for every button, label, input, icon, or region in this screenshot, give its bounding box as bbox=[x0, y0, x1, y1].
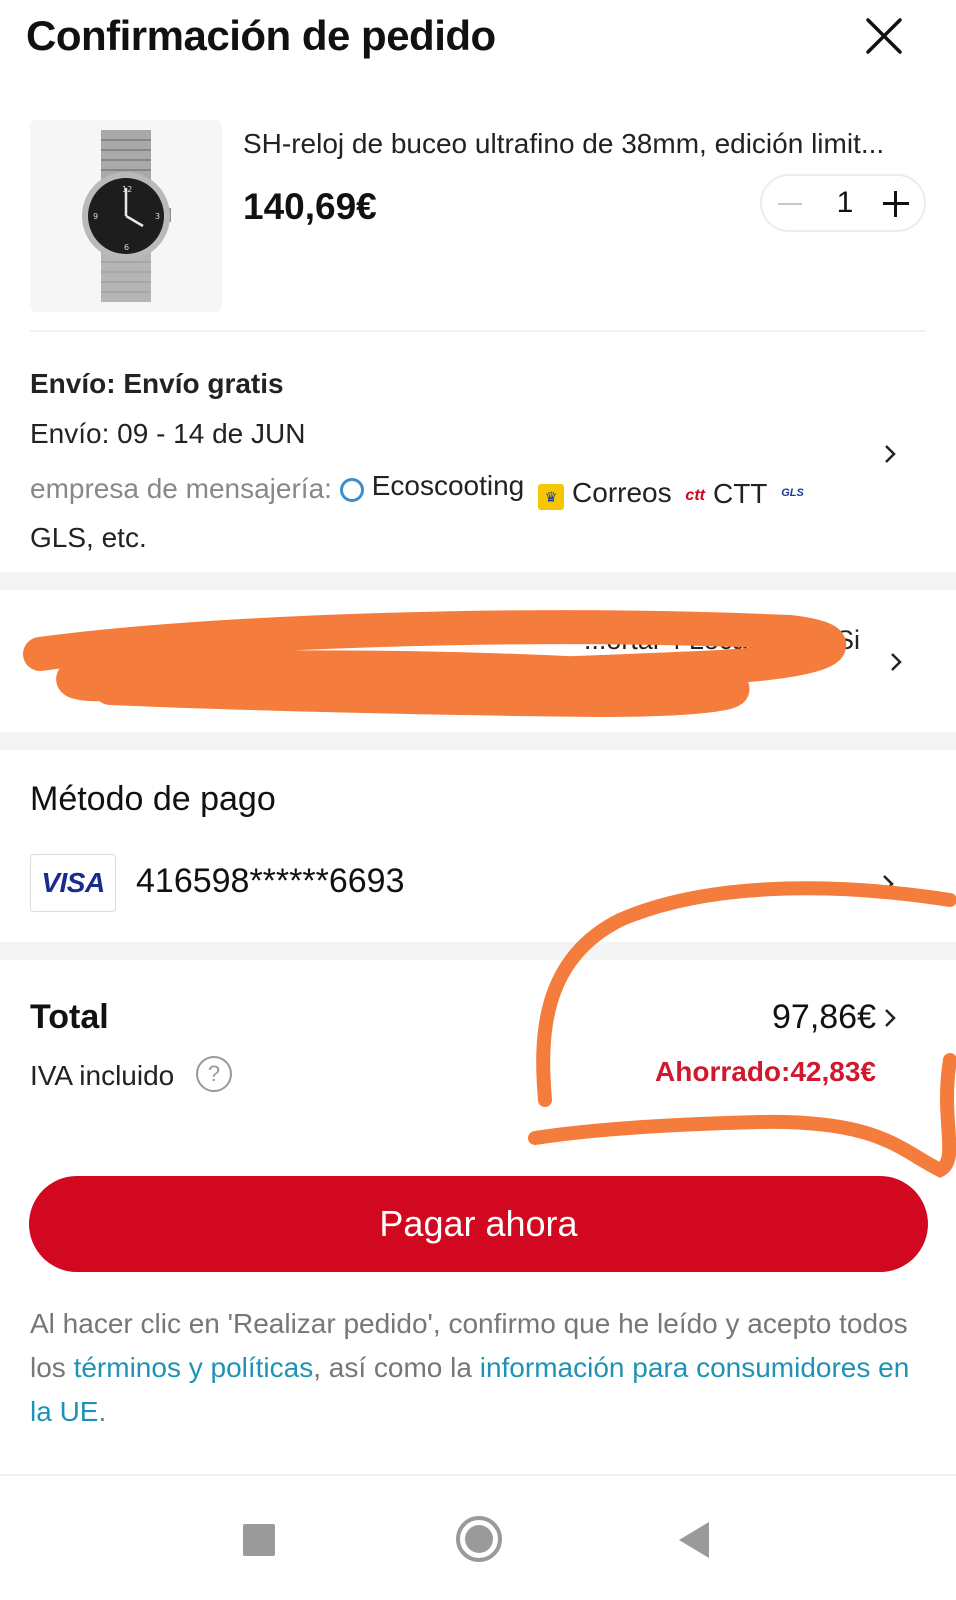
total-label: Total bbox=[30, 998, 109, 1036]
section-divider bbox=[0, 942, 956, 960]
legal-text: Al hacer clic en 'Realizar pedido', conf… bbox=[30, 1308, 910, 1427]
svg-text:12: 12 bbox=[122, 185, 132, 194]
help-icon[interactable]: ? bbox=[196, 1056, 232, 1092]
chevron-right-icon bbox=[885, 445, 896, 463]
card-brand: VISA bbox=[41, 867, 105, 898]
product-image[interactable]: 12 3 6 9 bbox=[30, 120, 222, 312]
close-icon bbox=[866, 18, 902, 54]
quantity-stepper: 1 bbox=[760, 174, 926, 232]
shipping-address-section[interactable]: ...ortal 4 Local......a.. Si bbox=[0, 592, 956, 730]
product-item: 12 3 6 9 SH-reloj de buceo ultrafino de … bbox=[0, 110, 956, 320]
courier-ctt: ctt CTT bbox=[685, 472, 767, 516]
back-icon[interactable] bbox=[679, 1522, 709, 1558]
product-price: 140,69€ bbox=[243, 186, 377, 227]
total-amount: 97,86€ bbox=[772, 998, 876, 1036]
terms-link[interactable]: términos y políticas bbox=[74, 1352, 314, 1383]
divider bbox=[30, 330, 926, 332]
header: Confirmación de pedido bbox=[0, 0, 956, 80]
redaction-scribble bbox=[23, 610, 847, 717]
chevron-right-icon bbox=[885, 1009, 896, 1027]
ctt-icon: ctt bbox=[685, 487, 705, 504]
page-title: Confirmación de pedido bbox=[26, 12, 496, 59]
svg-text:9: 9 bbox=[93, 212, 98, 221]
product-name[interactable]: SH-reloj de buceo ultrafino de 38mm, edi… bbox=[243, 128, 913, 160]
courier-list: empresa de mensajería: Ecoscooting ♛ Cor… bbox=[30, 464, 850, 560]
visa-logo: VISA bbox=[30, 854, 116, 912]
section-divider bbox=[0, 572, 956, 590]
payment-section: Método de pago VISA 416598******6693 bbox=[0, 762, 956, 940]
shipping-title: Envío: Envío gratis bbox=[30, 368, 284, 399]
courier-ecoscooting: Ecoscooting bbox=[339, 464, 524, 508]
svg-text:3: 3 bbox=[155, 212, 160, 221]
courier-label: empresa de mensajería: bbox=[30, 473, 332, 504]
courier-correos: ♛ Correos bbox=[538, 471, 672, 515]
savings-amount: Ahorrado:42,83€ bbox=[655, 1056, 876, 1087]
increase-quantity-button[interactable] bbox=[880, 188, 912, 220]
card-number: 416598******6693 bbox=[136, 862, 405, 900]
close-button[interactable] bbox=[862, 14, 906, 58]
courier-more: GLS, etc. bbox=[30, 522, 147, 553]
payment-title: Método de pago bbox=[30, 780, 276, 818]
quantity-value[interactable]: 1 bbox=[822, 186, 868, 220]
ecoscooting-icon bbox=[339, 478, 364, 502]
pay-now-button[interactable]: Pagar ahora bbox=[29, 1176, 928, 1272]
gls-icon: GLS bbox=[781, 486, 804, 499]
chevron-right-icon bbox=[883, 875, 894, 893]
svg-text:6: 6 bbox=[124, 243, 129, 252]
tax-note: IVA incluido bbox=[30, 1060, 175, 1091]
recents-icon[interactable] bbox=[243, 1524, 275, 1556]
system-nav-bar bbox=[0, 1474, 956, 1600]
home-icon[interactable] bbox=[456, 1516, 502, 1562]
decrease-quantity-button[interactable] bbox=[774, 188, 806, 220]
correos-icon: ♛ bbox=[538, 484, 565, 510]
delivery-date: Envío: 09 - 14 de JUN bbox=[30, 418, 306, 449]
section-divider bbox=[0, 732, 956, 750]
shipping-section[interactable]: Envío: Envío gratis Envío: 09 - 14 de JU… bbox=[0, 360, 956, 560]
watch-image: 12 3 6 9 bbox=[82, 130, 171, 302]
chevron-right-icon bbox=[891, 653, 902, 671]
total-section: Total IVA incluido ? 97,86€ Ahorrado:42,… bbox=[0, 976, 956, 1166]
